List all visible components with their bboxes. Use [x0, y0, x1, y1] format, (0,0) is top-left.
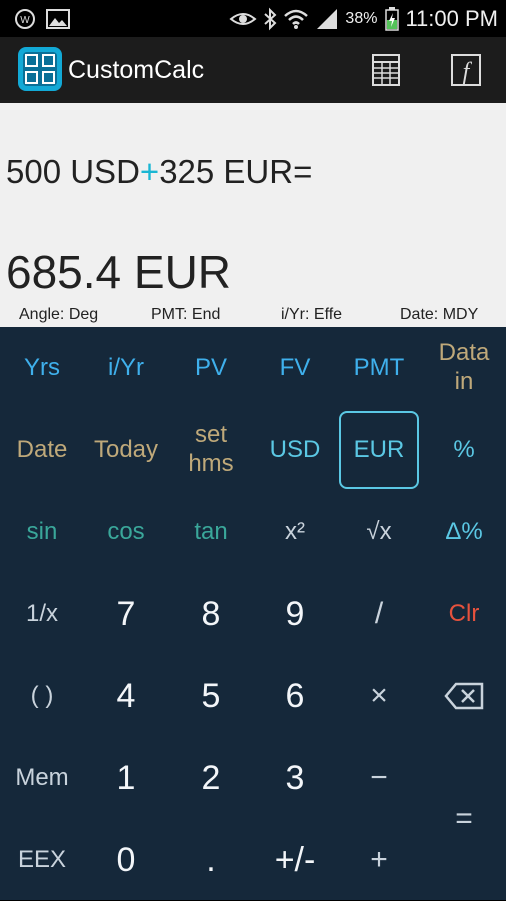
- iyr-mode: i/Yr: Effe: [281, 306, 343, 323]
- delta-percent-key[interactable]: Δ%: [422, 491, 506, 573]
- wifi-icon: [283, 8, 309, 30]
- digit-3-key[interactable]: 3: [253, 737, 337, 819]
- multiply-key[interactable]: ×: [337, 655, 421, 737]
- app-title: CustomCalc: [68, 56, 205, 84]
- data-in-label-line2: in: [454, 368, 474, 395]
- eex-key[interactable]: EEX: [0, 819, 84, 901]
- backspace-icon: [444, 682, 484, 710]
- cos-key[interactable]: cos: [84, 491, 168, 573]
- expression: 500 USD+325 EUR=: [6, 153, 312, 191]
- pmt-key[interactable]: PMT: [337, 327, 421, 409]
- date-key[interactable]: Date: [0, 409, 84, 491]
- parentheses-key[interactable]: ( ): [0, 655, 84, 737]
- mem-key[interactable]: Mem: [0, 737, 84, 819]
- fv-key[interactable]: FV: [253, 327, 337, 409]
- pmt-mode: PMT: End: [151, 306, 221, 323]
- set-hms-key[interactable]: set hms: [169, 409, 253, 491]
- reciprocal-key[interactable]: 1/x: [0, 573, 84, 655]
- spreadsheet-button[interactable]: [366, 50, 406, 90]
- signal-icon: [315, 8, 339, 30]
- digit-0-key[interactable]: 0: [84, 819, 168, 901]
- digit-5-key[interactable]: 5: [169, 655, 253, 737]
- data-in-label-line1: Data: [438, 339, 490, 367]
- digit-9-key[interactable]: 9: [253, 573, 337, 655]
- expression-left: 500 USD: [6, 153, 140, 190]
- iyr-key[interactable]: i/Yr: [84, 327, 168, 409]
- x-squared-key[interactable]: x²: [253, 491, 337, 573]
- keypad: Yrs i/Yr PV FV PMT Data in Date Today se…: [0, 327, 506, 900]
- expression-operator: +: [139, 153, 160, 190]
- percent-key[interactable]: %: [422, 409, 506, 491]
- decimal-key[interactable]: .: [169, 819, 253, 901]
- app-bar: CustomCalc f: [0, 37, 506, 103]
- angle-mode: Angle: Deg: [19, 306, 99, 323]
- plus-minus-key[interactable]: +/-: [253, 819, 337, 901]
- tan-key[interactable]: tan: [169, 491, 253, 573]
- digit-8-key[interactable]: 8: [169, 573, 253, 655]
- digit-2-key[interactable]: 2: [169, 737, 253, 819]
- image-icon: [46, 8, 70, 30]
- equals-key[interactable]: =: [422, 737, 506, 901]
- digit-7-key[interactable]: 7: [84, 573, 168, 655]
- plus-key[interactable]: +: [337, 819, 421, 901]
- divide-key[interactable]: /: [337, 573, 421, 655]
- yrs-key[interactable]: Yrs: [0, 327, 84, 409]
- today-key[interactable]: Today: [84, 409, 168, 491]
- expression-right: 325 EUR=: [159, 153, 313, 190]
- battery-charging-icon: [385, 7, 400, 31]
- function-icon: f: [451, 54, 481, 86]
- result: 685.4 EUR: [6, 246, 232, 298]
- digit-4-key[interactable]: 4: [84, 655, 168, 737]
- calculator-display: 500 USD+325 EUR= 685.4 EUR Angle: Deg PM…: [0, 103, 506, 327]
- clock: 11:00 PM: [405, 6, 498, 31]
- battery-percent: 38%: [345, 10, 378, 27]
- sqrt-key[interactable]: √x: [337, 491, 421, 573]
- sin-key[interactable]: sin: [0, 491, 84, 573]
- set-hms-label-line2: hms: [188, 450, 234, 477]
- function-button[interactable]: f: [446, 50, 486, 90]
- bluetooth-icon: [263, 7, 277, 31]
- spreadsheet-icon: [372, 54, 400, 86]
- status-bar: W 38% 11:00 PM: [0, 0, 506, 37]
- set-hms-label-line1: set: [194, 421, 227, 449]
- digit-6-key[interactable]: 6: [253, 655, 337, 737]
- usd-key[interactable]: USD: [253, 409, 337, 491]
- data-in-key[interactable]: Data in: [422, 327, 506, 409]
- digit-1-key[interactable]: 1: [84, 737, 168, 819]
- pv-key[interactable]: PV: [169, 327, 253, 409]
- backspace-key[interactable]: [422, 655, 506, 737]
- svg-text:f: f: [463, 59, 473, 85]
- calculator-logo-icon: [17, 46, 63, 92]
- eur-key[interactable]: EUR: [337, 409, 421, 491]
- minus-key[interactable]: −: [337, 737, 421, 819]
- whatsapp-icon: W: [14, 8, 36, 30]
- date-mode: Date: MDY: [400, 306, 479, 323]
- eye-icon: [229, 8, 257, 30]
- clear-key[interactable]: Clr: [422, 573, 506, 655]
- svg-text:W: W: [20, 15, 30, 26]
